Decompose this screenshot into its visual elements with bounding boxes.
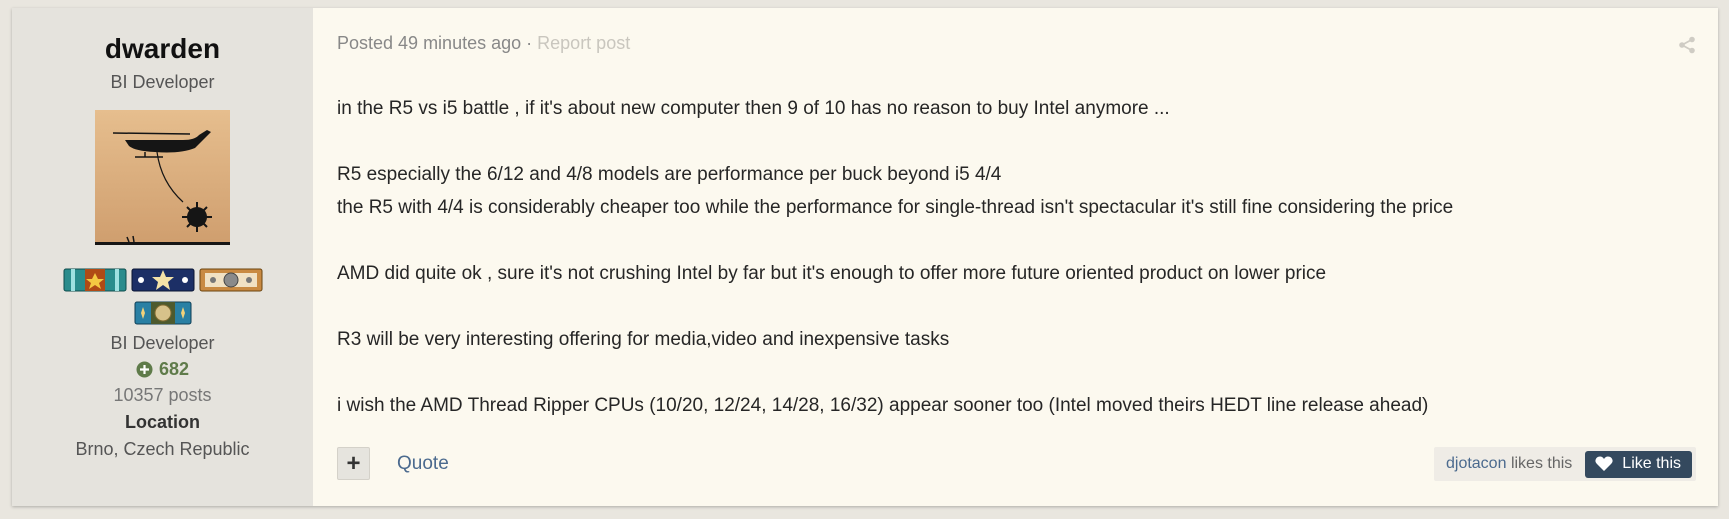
location-value: Brno, Czech Republic bbox=[75, 439, 250, 459]
like-button[interactable]: Like this bbox=[1585, 450, 1692, 478]
post-count: 10357 posts bbox=[113, 385, 212, 405]
post-line: R3 will be very interesting offering for… bbox=[337, 329, 950, 350]
post-actions: + Quote bbox=[337, 447, 449, 480]
medal-badge bbox=[199, 268, 262, 292]
liker-username[interactable]: djotacon bbox=[1446, 455, 1507, 472]
post-content: Posted 49 minutes ago · Report post in t… bbox=[313, 8, 1718, 506]
reactions-bar: djotacon likes this Like this bbox=[1433, 447, 1696, 481]
author-panel: dwarden BI Developer BI Developer 682 10… bbox=[12, 8, 313, 506]
report-post-link[interactable]: Report post bbox=[537, 33, 630, 53]
author-title: BI Developer bbox=[110, 72, 215, 92]
posted-time[interactable]: Posted 49 minutes ago bbox=[337, 33, 521, 53]
avatar[interactable] bbox=[95, 110, 230, 245]
post-line: AMD did quite ok , sure it's not crushin… bbox=[337, 263, 1327, 284]
badges-row bbox=[63, 267, 263, 293]
post-body: in the R5 vs i5 battle , if it's about n… bbox=[337, 92, 1697, 422]
member-group: BI Developer bbox=[110, 333, 215, 353]
post-meta: Posted 49 minutes ago · Report post bbox=[337, 33, 630, 54]
meta-separator: · bbox=[526, 33, 533, 53]
emblem-badge bbox=[134, 301, 191, 325]
share-icon[interactable] bbox=[1678, 36, 1696, 54]
post-line: R5 especially the 6/12 and 4/8 models ar… bbox=[337, 164, 1002, 185]
star-ribbon-badge bbox=[63, 268, 126, 292]
like-button-label: Like this bbox=[1622, 455, 1681, 472]
author-name[interactable]: dwarden bbox=[105, 32, 220, 66]
post-line: in the R5 vs i5 battle , if it's about n… bbox=[337, 98, 1170, 119]
plus-circle-icon bbox=[136, 361, 153, 377]
likes-summary: djotacon likes this bbox=[1446, 455, 1572, 473]
location-label: Location bbox=[125, 412, 200, 432]
forum-post: dwarden BI Developer BI Developer 682 10… bbox=[12, 8, 1718, 506]
reputation-count: 682 bbox=[158, 359, 190, 379]
likes-suffix: likes this bbox=[1510, 455, 1573, 472]
quote-link[interactable]: Quote bbox=[397, 453, 449, 475]
multiquote-button[interactable]: + bbox=[337, 447, 370, 480]
stars-ribbon-badge bbox=[131, 268, 194, 292]
reputation: 682 bbox=[136, 358, 189, 380]
heart-icon bbox=[1595, 456, 1613, 471]
post-line: i wish the AMD Thread Ripper CPUs (10/20… bbox=[337, 395, 1429, 416]
post-line: the R5 with 4/4 is considerably cheaper … bbox=[337, 197, 1454, 218]
